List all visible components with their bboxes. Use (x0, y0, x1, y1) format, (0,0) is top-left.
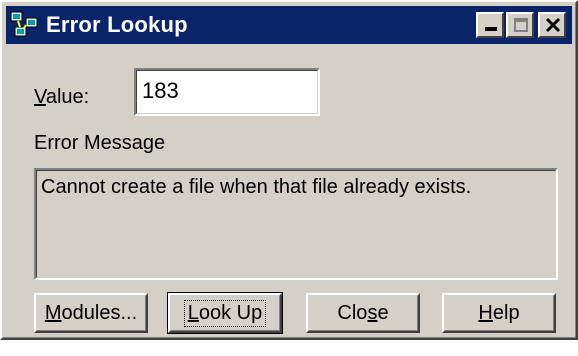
error-message-label: Error Message (34, 132, 166, 154)
lookup-accel: L (187, 301, 199, 324)
close-button-label: Close (337, 302, 388, 325)
value-input-text: 183 (142, 78, 179, 103)
lookup-rest: ook Up (198, 301, 263, 324)
maximize-icon (514, 18, 528, 32)
modules-button[interactable]: Modules... (34, 293, 148, 333)
value-label-accel: V (34, 86, 46, 108)
error-message-box: Cannot create a file when that file alre… (34, 168, 558, 280)
close-button[interactable]: Close (306, 293, 420, 333)
help-button[interactable]: Help (442, 293, 556, 333)
network-computers-icon (10, 10, 40, 40)
title-bar[interactable]: Error Lookup (6, 6, 572, 44)
help-accel: H (478, 301, 493, 324)
close-icon (545, 17, 561, 33)
modules-accel: M (44, 301, 62, 324)
caption-buttons (474, 12, 566, 38)
help-button-label: Help (478, 302, 519, 325)
look-up-button-label: Look Up (183, 299, 267, 327)
look-up-button[interactable]: Look Up (167, 292, 283, 334)
modules-button-label: Modules... (45, 302, 137, 325)
value-input[interactable]: 183 (134, 68, 320, 116)
close-pre: Clo (337, 301, 368, 324)
error-lookup-window: Error Lookup Value: 183 Error Message Ca… (0, 0, 578, 340)
close-accel: s (367, 301, 378, 324)
help-rest: elp (492, 301, 520, 324)
maximize-button[interactable] (506, 12, 534, 38)
error-message-text: Cannot create a file when that file alre… (41, 176, 472, 198)
minimize-icon (485, 27, 497, 31)
value-label: Value: (34, 86, 89, 109)
modules-rest: odules... (61, 301, 138, 324)
close-window-button[interactable] (538, 12, 566, 38)
close-rest: e (377, 301, 389, 324)
value-label-rest: alue: (45, 86, 90, 108)
minimize-button[interactable] (476, 12, 504, 38)
window-title: Error Lookup (46, 12, 188, 37)
